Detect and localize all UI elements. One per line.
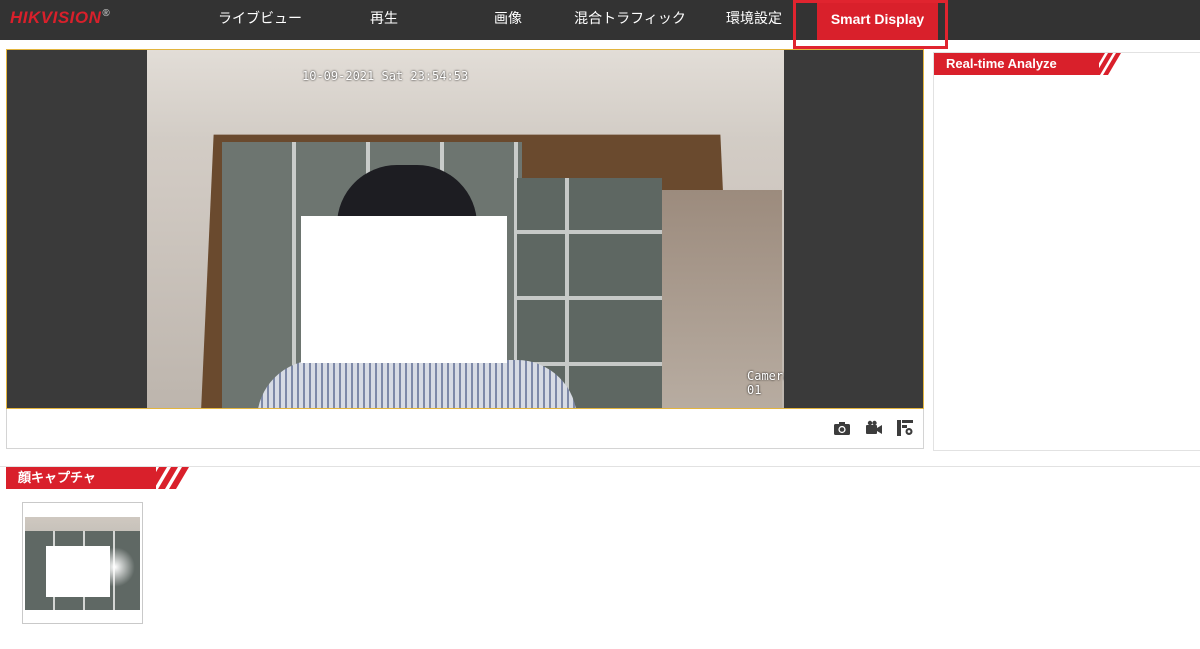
nav-picture[interactable]: 画像 (475, 0, 541, 40)
face-capture-title: 顔キャプチャ (6, 467, 156, 489)
face-capture-thumbnail[interactable] (22, 502, 143, 624)
wall-region (147, 50, 784, 140)
face-privacy-mask (301, 216, 507, 363)
osd-camera-name: Camera 01 (747, 369, 784, 397)
settings-panel-icon[interactable] (896, 419, 914, 437)
realtime-analyze-panel: Real-time Analyze (933, 52, 1200, 451)
face-capture-section (0, 466, 1200, 649)
osd-timestamp: 10-09-2021 Sat 23:54:53 (302, 69, 469, 83)
camera-snapshot-icon[interactable] (833, 419, 851, 437)
record-video-icon[interactable] (865, 419, 883, 437)
realtime-analyze-title: Real-time Analyze (934, 53, 1099, 75)
camera-feed-image: 10-09-2021 Sat 23:54:53 Camera 01 (147, 50, 784, 408)
registered-mark: ® (102, 8, 111, 19)
person-shirt (257, 360, 577, 408)
nav-playback[interactable]: 再生 (350, 0, 418, 40)
thumbnail-image (25, 517, 140, 610)
thumbnail-face-mask (46, 546, 110, 597)
nav-liveview[interactable]: ライブビュー (200, 0, 320, 40)
hikvision-logo: HIKVISION® (10, 8, 110, 30)
nav-smart-display[interactable]: Smart Display (817, 0, 938, 40)
nav-configuration[interactable]: 環境設定 (715, 0, 793, 40)
video-toolbar (6, 409, 924, 449)
live-video-frame[interactable]: 10-09-2021 Sat 23:54:53 Camera 01 (6, 49, 924, 409)
top-nav-bar: HIKVISION® ライブビュー 再生 画像 混合トラフィック 環境設定 Sm… (0, 0, 1200, 40)
capture-title-stripes-decoration (146, 467, 189, 489)
logo-text: HIKVISION (10, 8, 102, 27)
nav-mixed-traffic[interactable]: 混合トラフィック (565, 0, 695, 40)
title-stripes-decoration (1086, 53, 1121, 75)
